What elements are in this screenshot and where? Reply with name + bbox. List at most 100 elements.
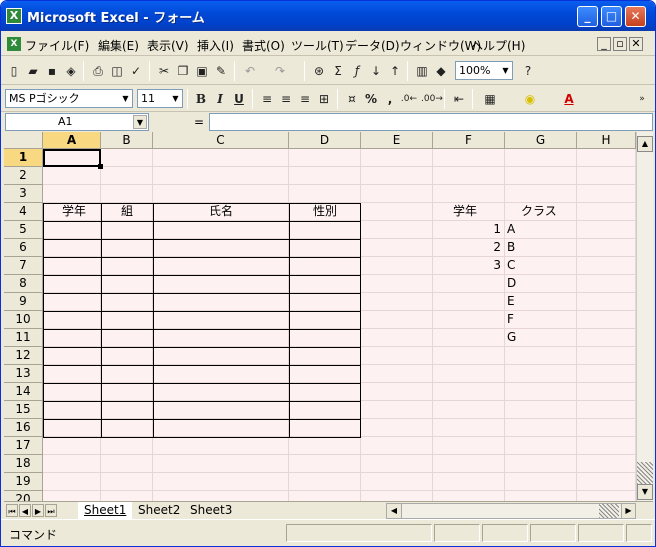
row-header-5[interactable]: 5 <box>4 221 43 239</box>
print-preview-icon[interactable]: ◫ <box>108 62 126 80</box>
first-sheet-button[interactable]: ⏮ <box>6 504 18 517</box>
menu-file[interactable]: ファイル(F) <box>25 37 89 54</box>
hyperlink-icon[interactable]: ⊛ <box>310 62 328 80</box>
menu-edit[interactable]: 編集(E) <box>98 37 139 54</box>
decrease-indent-icon[interactable]: ⇤ <box>450 90 468 108</box>
row-header-3[interactable]: 3 <box>4 185 43 203</box>
row-header-16[interactable]: 16 <box>4 419 43 437</box>
row-header-15[interactable]: 15 <box>4 401 43 419</box>
chevron-down-icon[interactable]: ▼ <box>119 90 132 107</box>
select-all-corner[interactable] <box>4 132 43 149</box>
scroll-right-button[interactable]: ▶ <box>621 504 635 518</box>
currency-icon[interactable]: ¤ <box>343 90 361 108</box>
row-header-10[interactable]: 10 <box>4 311 43 329</box>
prev-sheet-button[interactable]: ◀ <box>19 504 31 517</box>
row-header-7[interactable]: 7 <box>4 257 43 275</box>
toolbar-options-icon[interactable]: » <box>633 90 651 108</box>
row-header-14[interactable]: 14 <box>4 383 43 401</box>
maximize-button[interactable]: □ <box>601 6 622 27</box>
drawing-icon[interactable]: ◆ <box>432 62 450 80</box>
sheet-tab-sheet2[interactable]: Sheet2 <box>132 502 186 519</box>
row-header-1[interactable]: 1 <box>4 149 43 167</box>
formula-input[interactable] <box>209 113 653 131</box>
workbook-icon[interactable]: X <box>7 37 21 51</box>
scroll-down-button[interactable]: ▼ <box>637 484 653 500</box>
underline-icon[interactable]: U <box>230 90 248 108</box>
menu-tools[interactable]: ツール(T) <box>291 37 344 54</box>
chevron-down-icon[interactable]: ▼ <box>499 62 512 79</box>
sheet-tab-sheet1[interactable]: Sheet1 <box>78 502 133 519</box>
row-header-17[interactable]: 17 <box>4 437 43 455</box>
permission-icon[interactable]: ◈ <box>62 62 80 80</box>
fill-color-icon[interactable]: ◉ <box>521 90 539 108</box>
title-bar[interactable]: X Microsoft Excel - フォーム _ □ ✕ <box>1 1 655 31</box>
font-size-select[interactable]: 11 ▼ <box>137 89 183 108</box>
new-icon[interactable]: ▯ <box>5 62 23 80</box>
row-header-9[interactable]: 9 <box>4 293 43 311</box>
doc-minimize-button[interactable]: _ <box>597 37 611 51</box>
borders-icon[interactable]: ▦ <box>481 90 499 108</box>
font-name-select[interactable]: MS Pゴシック ▼ <box>5 89 133 108</box>
column-header-e[interactable]: E <box>361 132 433 149</box>
print-icon[interactable]: ⎙ <box>89 62 107 80</box>
percent-icon[interactable]: % <box>362 90 380 108</box>
column-header-d[interactable]: D <box>289 132 361 149</box>
format-painter-icon[interactable]: ✎ <box>212 62 230 80</box>
row-header-13[interactable]: 13 <box>4 365 43 383</box>
menu-data[interactable]: データ(D) <box>345 37 400 54</box>
row-header-18[interactable]: 18 <box>4 455 43 473</box>
row-header-8[interactable]: 8 <box>4 275 43 293</box>
merge-center-icon[interactable]: ⊞ <box>315 90 333 108</box>
h-scroll-thumb[interactable] <box>599 504 619 518</box>
font-color-icon[interactable]: A <box>560 90 578 108</box>
autosum-icon[interactable]: Σ <box>329 62 347 80</box>
save-icon[interactable]: ▪ <box>43 62 61 80</box>
row-header-19[interactable]: 19 <box>4 473 43 491</box>
redo-icon[interactable]: ↷ <box>271 62 289 80</box>
column-header-c[interactable]: C <box>153 132 289 149</box>
minimize-button[interactable]: _ <box>577 6 598 27</box>
row-header-11[interactable]: 11 <box>4 329 43 347</box>
align-left-icon[interactable]: ≡ <box>258 90 276 108</box>
paste-icon[interactable]: ▣ <box>193 62 211 80</box>
menu-window[interactable]: ウィンドウ(W) <box>400 37 481 54</box>
chevron-down-icon[interactable]: ▼ <box>169 90 182 107</box>
row-header-12[interactable]: 12 <box>4 347 43 365</box>
doc-restore-button[interactable]: ▫ <box>613 37 627 51</box>
column-header-g[interactable]: G <box>505 132 577 149</box>
menu-insert[interactable]: 挿入(I) <box>197 37 234 54</box>
chart-wizard-icon[interactable]: ▥ <box>413 62 431 80</box>
scroll-left-button[interactable]: ◀ <box>387 504 402 518</box>
worksheet-grid[interactable]: ABCDEFGH 1 2 3 4 5 6 7 8 9 10 11 12 13 14 15 16 17 18 19 20… <box>4 132 636 501</box>
copy-icon[interactable]: ❐ <box>174 62 192 80</box>
column-header-a[interactable]: A <box>43 132 101 149</box>
menu-view[interactable]: 表示(V) <box>147 37 189 54</box>
menu-help[interactable]: ヘルプ(H) <box>471 37 525 54</box>
spelling-icon[interactable]: ✓ <box>127 62 145 80</box>
column-header-h[interactable]: H <box>577 132 636 149</box>
horizontal-scrollbar[interactable]: ◀ ▶ <box>386 503 636 519</box>
sort-ascending-icon[interactable]: ↓ <box>367 62 385 80</box>
italic-icon[interactable]: I <box>211 90 229 108</box>
row-header-2[interactable]: 2 <box>4 167 43 185</box>
fill-handle[interactable] <box>98 164 103 169</box>
chevron-down-icon[interactable]: ▼ <box>133 115 147 129</box>
menu-format[interactable]: 書式(O) <box>242 37 285 54</box>
decrease-decimal-icon[interactable]: .00→ <box>421 90 443 108</box>
row-header-6[interactable]: 6 <box>4 239 43 257</box>
column-header-b[interactable]: B <box>101 132 153 149</box>
help-icon[interactable]: ? <box>519 62 537 80</box>
align-right-icon[interactable]: ≡ <box>296 90 314 108</box>
undo-icon[interactable]: ↶ <box>241 62 259 80</box>
column-header-f[interactable]: F <box>433 132 505 149</box>
doc-close-button[interactable]: ✕ <box>629 37 643 51</box>
row-header-4[interactable]: 4 <box>4 203 43 221</box>
bold-icon[interactable]: B <box>192 90 210 108</box>
sort-descending-icon[interactable]: ↑ <box>386 62 404 80</box>
cut-icon[interactable]: ✂ <box>155 62 173 80</box>
align-center-icon[interactable]: ≡ <box>277 90 295 108</box>
sheet-tab-sheet3[interactable]: Sheet3 <box>184 502 238 519</box>
row-header-20[interactable]: 20 <box>4 491 43 501</box>
name-box[interactable]: A1 ▼ <box>5 113 149 131</box>
scroll-up-button[interactable]: ▲ <box>637 136 653 152</box>
